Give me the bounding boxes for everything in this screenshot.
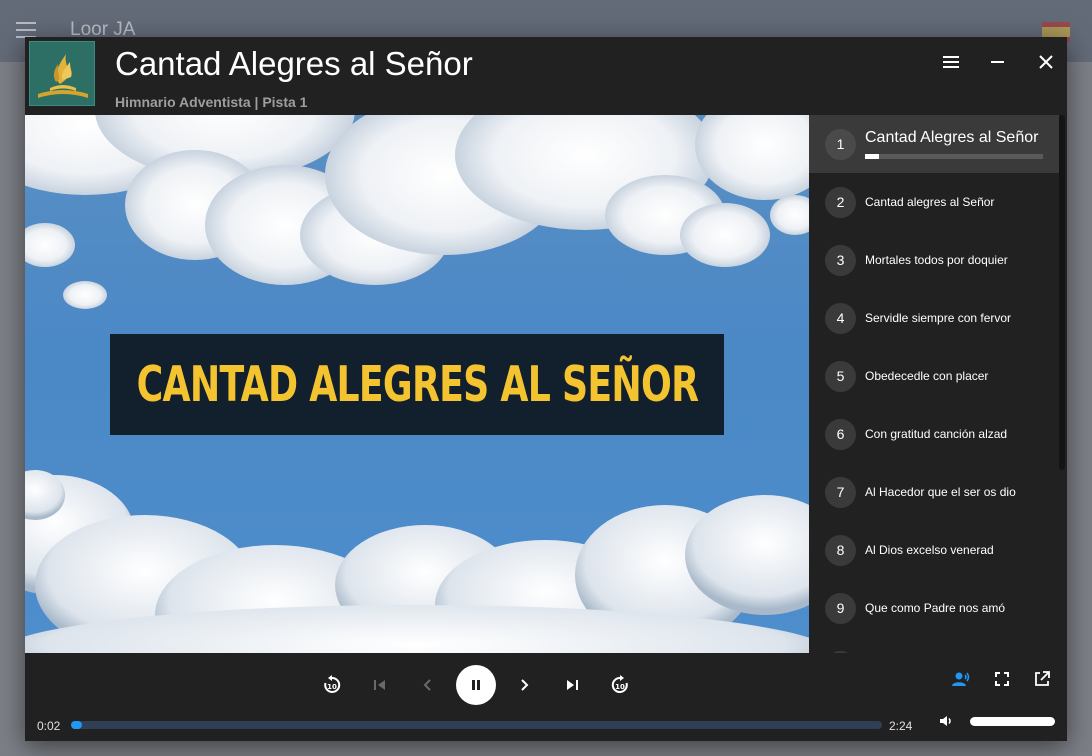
svg-text:10: 10 <box>615 683 625 691</box>
skip-next-icon[interactable] <box>560 673 584 697</box>
duration: 2:24 <box>889 719 913 733</box>
pause-icon <box>472 680 480 690</box>
media-player-window: Cantad Alegres al Señor Himnario Adventi… <box>25 37 1067 741</box>
seek-bar-progress <box>71 721 83 729</box>
chevron-right-icon[interactable] <box>512 673 536 697</box>
playlist-item-number: 8 <box>825 534 856 566</box>
player-controls: 10 10 0:02 2:24 <box>25 653 1067 741</box>
track-title: Cantad Alegres al Señor <box>115 45 473 82</box>
hymnal-logo-icon <box>29 41 95 106</box>
playlist-item-label: Obedecedle con placer <box>865 369 989 383</box>
playlist-item[interactable]: 4 Servidle siempre con fervor <box>809 289 1059 347</box>
playlist-item[interactable]: 5 Obedecedle con placer <box>809 347 1059 405</box>
playlist-item-label: Cantad Alegres al Señor <box>865 129 1039 146</box>
video-display[interactable]: CANTAD ALEGRES AL SEÑOR <box>25 115 809 653</box>
playlist-item[interactable]: 6 Con gratitud canción alzad <box>809 405 1059 463</box>
player-header: Cantad Alegres al Señor Himnario Adventi… <box>25 37 1067 115</box>
replay-10-icon[interactable]: 10 <box>320 673 344 697</box>
playlist: 1 Cantad Alegres al Señor 2 Cantad alegres … <box>809 115 1067 653</box>
playlist-item[interactable]: 8 Al Dios excelso venerad <box>809 521 1059 579</box>
menu-icon[interactable] <box>936 47 966 77</box>
volume-slider[interactable] <box>970 717 1055 726</box>
voice-icon[interactable] <box>950 667 974 691</box>
current-time: 0:02 <box>37 719 61 733</box>
close-icon[interactable] <box>1031 47 1061 77</box>
pause-button[interactable] <box>456 665 496 705</box>
svg-text:10: 10 <box>327 683 337 691</box>
playlist-item-label: Con gratitud canción alzad <box>865 427 1008 441</box>
playlist-item-label: Que como Padre nos amó <box>865 601 1006 615</box>
volume-icon[interactable] <box>936 711 956 731</box>
playlist-item-label: Servidle siempre con fervor <box>865 311 1012 325</box>
playlist-item-label: Al Hacedor que el ser os dio <box>865 485 1016 499</box>
playlist-item[interactable]: 3 Mortales todos por doquier <box>809 231 1059 289</box>
track-subtitle: Himnario Adventista | Pista 1 <box>115 94 308 110</box>
fullscreen-icon[interactable] <box>990 667 1014 691</box>
playlist-item-number: 3 <box>825 244 856 276</box>
forward-10-icon[interactable]: 10 <box>608 673 632 697</box>
playlist-item[interactable]: 1 Cantad Alegres al Señor <box>809 115 1059 173</box>
chevron-left-icon[interactable] <box>416 673 440 697</box>
playlist-item-label: Cantad alegres al Señor <box>865 195 995 209</box>
playlist-item-number: 7 <box>825 476 856 508</box>
playlist-item-progress <box>865 154 1043 159</box>
playlist-scrollbar[interactable] <box>1059 115 1065 470</box>
playlist-item[interactable]: 9 Que como Padre nos amó <box>809 579 1059 637</box>
background-menu-icon[interactable] <box>16 22 36 38</box>
playlist-item-label: Mortales todos por doquier <box>865 253 1008 267</box>
lyrics-text: CANTAD ALEGRES AL SEÑOR <box>136 356 698 413</box>
playlist-item-number: 2 <box>825 186 856 218</box>
playlist-item-number: 6 <box>825 418 856 450</box>
playlist-item-number: 4 <box>825 302 856 334</box>
playlist-item-label: Al Dios excelso venerad <box>865 543 994 557</box>
volume-level <box>970 717 1055 726</box>
playlist-item[interactable]: 2 Cantad alegres al Señor <box>809 173 1059 231</box>
skip-previous-icon[interactable] <box>368 673 392 697</box>
playlist-item-partial[interactable] <box>809 637 1059 653</box>
playlist-item-number: 9 <box>825 592 856 624</box>
seek-bar[interactable] <box>71 721 882 729</box>
playlist-item[interactable]: 7 Al Hacedor que el ser os dio <box>809 463 1059 521</box>
playlist-item-number: 5 <box>825 360 856 392</box>
playlist-item-progress-fill <box>865 154 880 159</box>
playlist-item-number: 1 <box>825 128 856 160</box>
lyrics-banner: CANTAD ALEGRES AL SEÑOR <box>110 334 724 435</box>
minimize-icon[interactable] <box>983 47 1013 77</box>
open-in-new-icon[interactable] <box>1030 667 1054 691</box>
